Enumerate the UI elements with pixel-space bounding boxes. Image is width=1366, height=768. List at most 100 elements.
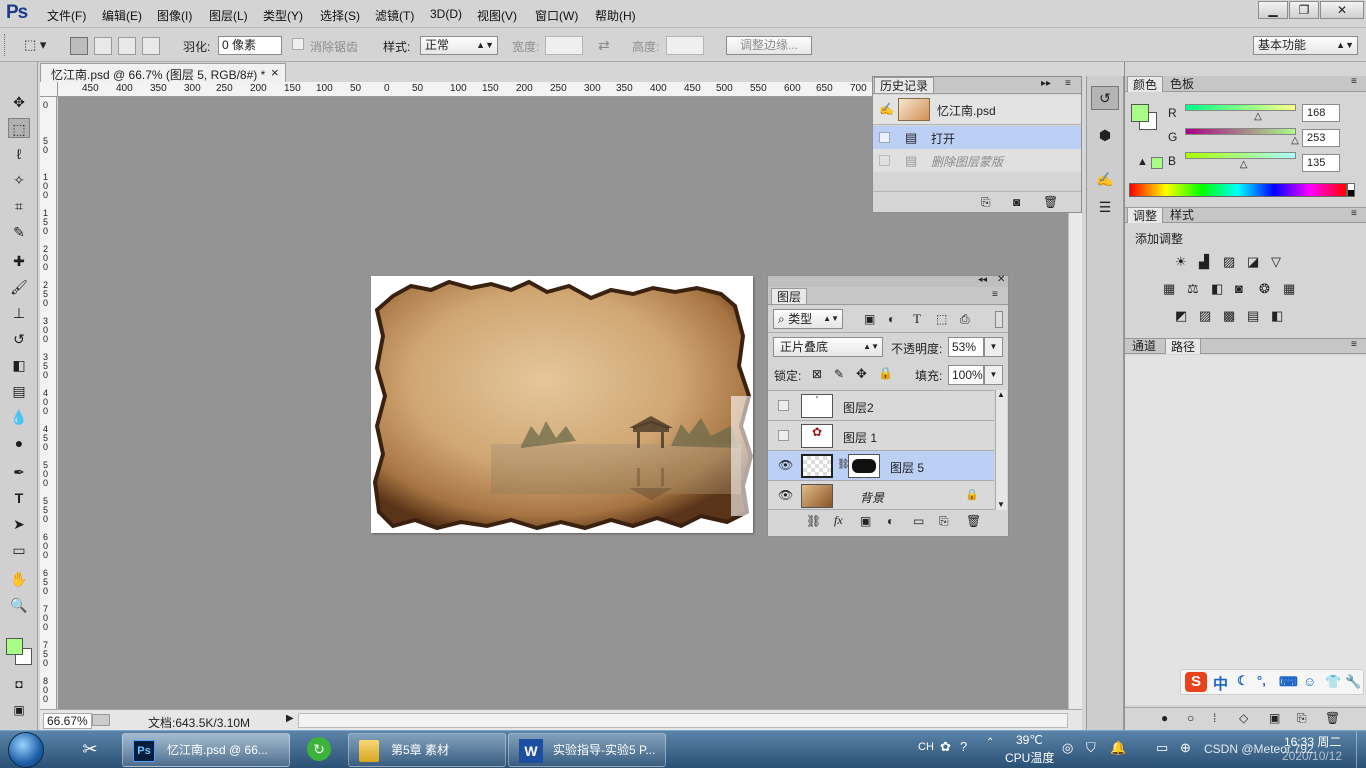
selective-color-icon[interactable]: ◧ [1271, 308, 1283, 324]
eye-icon[interactable]: 👁 [778, 458, 793, 472]
layer-row[interactable]: 👁 背景 🔒 [768, 480, 994, 510]
filter-pixel-icon[interactable]: ▣ [864, 312, 875, 326]
g-slider[interactable] [1185, 128, 1296, 135]
eye-icon[interactable]: 👁 [778, 488, 793, 502]
invert-icon[interactable]: ◩ [1175, 308, 1187, 324]
filter-select[interactable]: ⌕ 类型 ▲▼ [773, 309, 843, 329]
refine-edge-button[interactable]: 调整边缘... [726, 36, 812, 55]
brightness-icon[interactable]: ☀ [1175, 254, 1187, 270]
antialias-checkbox[interactable] [292, 38, 304, 50]
color-ramp[interactable] [1129, 183, 1347, 197]
history-checkbox[interactable] [879, 155, 890, 166]
new-document-icon[interactable]: ⎘ [981, 195, 991, 210]
sogou-logo-icon[interactable]: S [1185, 672, 1207, 692]
opacity-input[interactable]: 53% [948, 337, 984, 357]
panel-menu-icon[interactable]: ≡ [1065, 78, 1071, 89]
menu-filter[interactable]: 滤镜(T) [375, 7, 414, 24]
tab-adjustments[interactable]: 调整 [1127, 207, 1164, 223]
crop-tool-icon[interactable]: ⌗ [8, 196, 30, 216]
gradient-tool-icon[interactable]: ▤ [8, 381, 30, 401]
group-icon[interactable]: ▭ [913, 514, 924, 528]
collapse-icon[interactable]: ▸▸ [1041, 78, 1051, 89]
layers-scrollbar[interactable]: ▲ ▼ [995, 390, 1007, 510]
filter-toggle[interactable] [995, 311, 1003, 328]
menu-edit[interactable]: 编辑(E) [102, 7, 142, 24]
tab-color[interactable]: 颜色 [1127, 76, 1164, 92]
panel-menu-icon[interactable]: ≡ [1351, 339, 1357, 350]
tab-channels[interactable]: 通道 [1127, 338, 1161, 354]
blur-tool-icon[interactable]: 💧 [8, 407, 30, 427]
history-snapshot[interactable]: ✍ 忆江南.psd [873, 95, 1081, 125]
height-input[interactable] [666, 36, 704, 55]
trash-icon[interactable]: 🗑 [1325, 711, 1340, 725]
lock-transparent-icon[interactable]: ⊠ [812, 367, 822, 381]
new-path-icon[interactable]: ⎘ [1297, 711, 1307, 726]
lock-position-icon[interactable]: ✥ [856, 366, 867, 382]
history-brush-tool-icon[interactable]: ↺ [8, 329, 30, 349]
brush-tool-icon[interactable]: 🖌 [8, 277, 30, 297]
brush-panel-icon[interactable]: ✍ [1091, 168, 1119, 192]
opacity-dropdown-icon[interactable]: ▼ [984, 337, 1003, 357]
new-selection-icon[interactable] [70, 37, 88, 55]
color-foreground-swatch[interactable] [1131, 104, 1149, 122]
swap-icon[interactable]: ⇄ [598, 37, 610, 54]
clone-stamp-tool-icon[interactable]: ⊥ [8, 303, 30, 323]
shield-icon[interactable]: ⛉ [1086, 740, 1096, 756]
make-path-icon[interactable]: ◇ [1239, 711, 1248, 725]
b-slider-handle[interactable]: △ [1240, 159, 1248, 170]
adjustment-icon[interactable]: ◐ [887, 514, 894, 528]
r-value-input[interactable]: 168 [1302, 104, 1340, 122]
color-lookup-icon[interactable]: ▦ [1283, 281, 1295, 297]
tab-styles[interactable]: 样式 [1165, 207, 1199, 223]
fill-path-icon[interactable]: ● [1161, 711, 1168, 725]
restore-button[interactable]: ❐ [1289, 1, 1319, 19]
trash-icon[interactable]: 🗑 [1043, 195, 1058, 209]
gradient-map-icon[interactable]: ▤ [1247, 308, 1259, 324]
type-tool-icon[interactable]: T [8, 488, 30, 508]
quick-mask-icon[interactable]: ◘ [8, 674, 30, 694]
notification-icon[interactable]: 🔔 [1110, 740, 1126, 756]
camera-icon[interactable]: ◙ [1013, 195, 1020, 209]
foreground-color-swatch[interactable] [6, 638, 23, 655]
visibility-toggle[interactable] [778, 400, 789, 411]
document-tab[interactable]: 忆江南.psd @ 66.7% (图层 5, RGB/8#) * × [40, 63, 286, 82]
monitor-icon[interactable]: ▭ [1156, 740, 1168, 756]
user-icon[interactable]: ☺ [1303, 674, 1316, 689]
history-item-open[interactable]: ▤ 打开 [873, 126, 1081, 149]
moon-icon[interactable]: ☾ [1237, 673, 1249, 689]
curves-icon[interactable]: ▨ [1223, 254, 1235, 270]
zoom-field[interactable]: 66.67% [43, 713, 92, 729]
filter-shape-icon[interactable]: ⬚ [936, 312, 947, 326]
tray-green-icon[interactable]: ⊕ [1180, 740, 1191, 756]
magic-wand-tool-icon[interactable]: ✧ [8, 170, 30, 190]
properties-panel-icon[interactable]: ☰ [1091, 196, 1119, 220]
menu-image[interactable]: 图像(I) [157, 7, 192, 24]
r-slider[interactable] [1185, 104, 1296, 111]
fill-input[interactable]: 100% [948, 365, 984, 385]
zoom-tool-icon[interactable]: 🔍 [8, 595, 30, 615]
history-checkbox[interactable] [879, 132, 890, 143]
filter-adjust-icon[interactable]: ◐ [888, 312, 895, 326]
taskbar-photoshop[interactable]: Ps 忆江南.psd @ 66... [122, 733, 290, 767]
b-slider[interactable] [1185, 152, 1296, 159]
collapse-icon[interactable]: ◂◂ [978, 274, 987, 285]
new-layer-icon[interactable]: ⎘ [939, 514, 949, 529]
tab-close-icon[interactable]: × [271, 65, 279, 80]
panel-menu-icon[interactable]: ≡ [1351, 76, 1357, 87]
g-value-input[interactable]: 253 [1302, 129, 1340, 147]
eyedropper-tool-icon[interactable]: ✎ [8, 222, 30, 242]
marquee-preset-icon[interactable]: ⬚ ▾ [24, 37, 54, 55]
filter-type-icon[interactable]: T [913, 311, 921, 327]
menu-view[interactable]: 视图(V) [477, 7, 517, 24]
panel-menu-icon[interactable]: ≡ [1351, 208, 1357, 219]
stroke-path-icon[interactable]: ○ [1187, 711, 1194, 725]
gamut-swatch[interactable] [1151, 157, 1163, 169]
status-menu-icon[interactable]: ▶ [286, 713, 294, 724]
trash-icon[interactable]: 🗑 [966, 514, 981, 528]
tray-expand-icon[interactable]: ⌃ [986, 737, 994, 748]
lasso-tool-icon[interactable]: ℓ [8, 144, 30, 164]
add-mask-icon[interactable]: ▣ [1269, 711, 1280, 725]
intersect-selection-icon[interactable] [142, 37, 160, 55]
path-select-tool-icon[interactable]: ➤ [8, 514, 30, 534]
lock-all-icon[interactable]: 🔒 [878, 366, 893, 380]
